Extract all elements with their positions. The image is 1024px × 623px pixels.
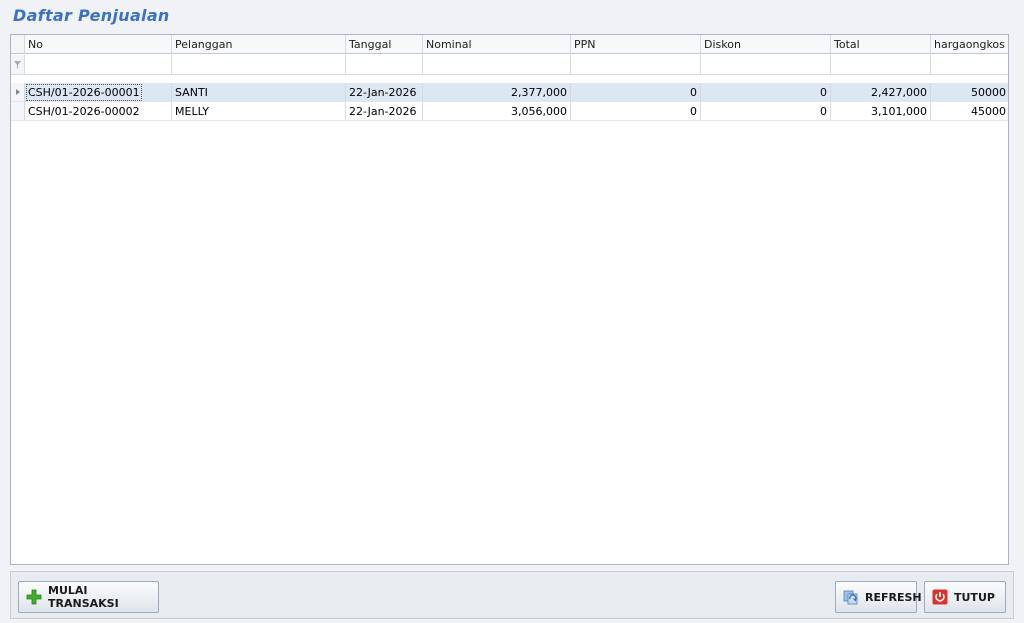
- cell-nominal[interactable]: 2,377,000: [423, 83, 571, 102]
- button-panel: MULAI TRANSAKSI REFRESH TUTUP: [10, 571, 1014, 619]
- cell-ppn[interactable]: 0: [571, 83, 701, 102]
- filter-input-nominal[interactable]: [423, 55, 571, 75]
- row-indicator-cell: [11, 102, 25, 121]
- filter-input-total[interactable]: [831, 55, 931, 75]
- column-header-no[interactable]: No: [25, 35, 172, 54]
- filter-input-tanggal[interactable]: [346, 55, 423, 75]
- refresh-button[interactable]: REFRESH: [835, 581, 922, 613]
- column-header-ppn[interactable]: PPN: [571, 35, 701, 54]
- filter-input-hargaongkos[interactable]: [931, 55, 1008, 75]
- cell-pelanggan[interactable]: SANTI: [172, 83, 346, 102]
- filter-input-ppn[interactable]: [571, 55, 701, 75]
- filter-input-pelanggan[interactable]: [172, 55, 346, 75]
- tutup-button[interactable]: TUTUP: [924, 581, 1006, 613]
- column-header-total[interactable]: Total: [831, 35, 931, 54]
- tutup-label: TUTUP: [954, 590, 995, 604]
- column-header-tanggal[interactable]: Tanggal: [346, 35, 423, 54]
- cell-nominal[interactable]: 3,056,000: [423, 102, 571, 121]
- cell-total[interactable]: 2,427,000: [831, 83, 931, 102]
- grid-header-row: No Pelanggan Tanggal Nominal PPN Diskon …: [11, 35, 1008, 54]
- refresh-label: REFRESH: [865, 590, 922, 604]
- cell-hargaongkos[interactable]: 45000: [931, 102, 1008, 121]
- filter-row: [11, 55, 1008, 75]
- column-header-nominal[interactable]: Nominal: [423, 35, 571, 54]
- cell-ppn[interactable]: 0: [571, 102, 701, 121]
- cell-total[interactable]: 3,101,000: [831, 102, 931, 121]
- cell-no[interactable]: CSH/01-2026-00002: [25, 102, 172, 121]
- column-header-diskon[interactable]: Diskon: [701, 35, 831, 54]
- cell-no[interactable]: CSH/01-2026-00001: [25, 83, 172, 102]
- row-indicator-icon: [11, 83, 25, 102]
- column-header-hargaongkos[interactable]: hargaongkos: [931, 35, 1008, 54]
- page-title: Daftar Penjualan: [13, 6, 170, 25]
- cell-diskon[interactable]: 0: [701, 102, 831, 121]
- plus-icon: [26, 589, 42, 605]
- filter-input-diskon[interactable]: [701, 55, 831, 75]
- power-icon: [932, 589, 948, 605]
- refresh-icon: [843, 589, 859, 605]
- header-indicator-cell: [11, 35, 25, 54]
- filter-input-no[interactable]: [25, 55, 172, 75]
- cell-tanggal[interactable]: 22-Jan-2026: [346, 102, 423, 121]
- mulai-transaksi-button[interactable]: MULAI TRANSAKSI: [18, 581, 159, 613]
- column-header-pelanggan[interactable]: Pelanggan: [172, 35, 346, 54]
- sales-grid[interactable]: No Pelanggan Tanggal Nominal PPN Diskon …: [10, 34, 1009, 565]
- filter-icon: [11, 55, 25, 75]
- cell-pelanggan[interactable]: MELLY: [172, 102, 346, 121]
- cell-tanggal[interactable]: 22-Jan-2026: [346, 83, 423, 102]
- table-row[interactable]: CSH/01-2026-00002 MELLY 22-Jan-2026 3,05…: [11, 102, 1008, 121]
- mulai-transaksi-label: MULAI TRANSAKSI: [48, 584, 119, 610]
- cell-diskon[interactable]: 0: [701, 83, 831, 102]
- cell-hargaongkos[interactable]: 50000: [931, 83, 1008, 102]
- table-row[interactable]: CSH/01-2026-00001 SANTI 22-Jan-2026 2,37…: [11, 83, 1008, 102]
